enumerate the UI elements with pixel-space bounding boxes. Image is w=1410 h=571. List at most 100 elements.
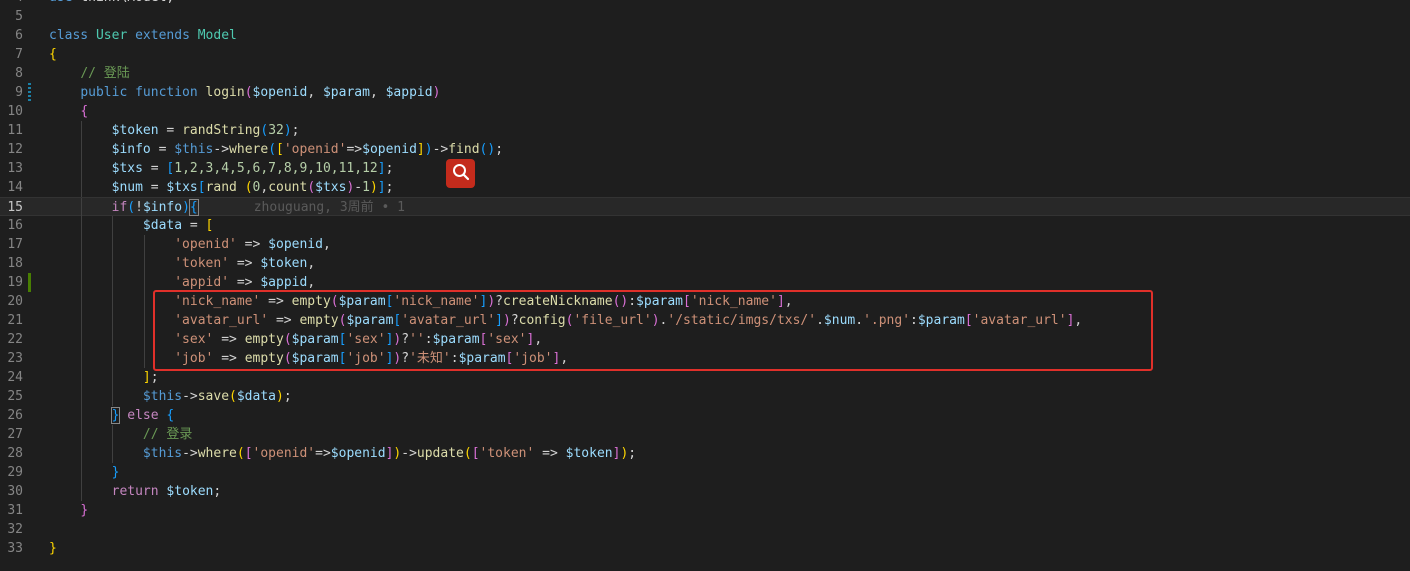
code-line[interactable]: 10 { <box>0 102 1410 121</box>
code-token: ) <box>283 123 292 138</box>
code-line[interactable]: 22 'sex' => empty($param['sex'])?'':$par… <box>0 330 1410 349</box>
code-token: 'nick_name' <box>690 294 777 309</box>
code-line[interactable]: 11 $token = randString(32); <box>0 121 1410 140</box>
code-line[interactable]: 26 } else { <box>0 406 1410 425</box>
code-token: 'token' <box>479 446 535 461</box>
code-token: $appid <box>260 275 308 290</box>
code-text: 'avatar_url' => empty($param['avatar_url… <box>49 311 1082 330</box>
code-line[interactable]: 32 <box>0 520 1410 539</box>
code-token: update <box>416 446 464 461</box>
code-editor[interactable]: 4 use think\Model; 5 6 class User extends Mo… <box>0 0 1410 558</box>
code-line[interactable]: 28 $this->where(['openid'=>$openid])->up… <box>0 444 1410 463</box>
code-token: $info <box>111 142 151 157</box>
line-number: 24 <box>7 370 23 385</box>
code-token: ) <box>651 313 660 328</box>
code-text: 'token' => $token, <box>49 254 315 273</box>
code-token: return <box>111 484 167 499</box>
code-token: ) <box>487 294 496 309</box>
code-token: find <box>448 142 480 157</box>
code-token: 1 <box>362 180 370 195</box>
code-token: , <box>260 180 269 195</box>
code-token: $data <box>142 218 183 233</box>
code-token: config <box>518 313 566 328</box>
code-token: [ <box>276 142 284 157</box>
code-line[interactable]: 19 'appid' => $appid, <box>0 273 1410 292</box>
code-line[interactable]: 7{ <box>0 45 1410 64</box>
code-line[interactable]: 24 ]; <box>0 368 1410 387</box>
code-line[interactable]: 13 $txs = [1,2,3,4,5,6,7,8,9,10,11,12]; <box>0 159 1410 178</box>
code-line[interactable]: 17 'openid' => $openid, <box>0 235 1410 254</box>
line-number: 16 <box>7 218 23 233</box>
code-line[interactable]: 20 'nick_name' => empty($param['nick_nam… <box>0 292 1410 311</box>
code-line[interactable]: 5 <box>0 7 1410 26</box>
code-token: ) <box>369 180 378 195</box>
line-number: 9 <box>15 85 23 100</box>
code-text: $info = $this->where(['openid'=>$openid]… <box>49 140 503 159</box>
code-line[interactable]: 21 'avatar_url' => empty($param['avatar_… <box>0 311 1410 330</box>
line-number: 5 <box>15 9 23 24</box>
line-number: 12 <box>7 142 23 157</box>
line-number: 8 <box>15 66 23 81</box>
code-line[interactable]: 30 return $token; <box>0 482 1410 501</box>
code-text: return $token; <box>49 482 222 501</box>
code-line[interactable]: 29 } <box>0 463 1410 482</box>
code-line[interactable]: 8 // 登陆 <box>0 64 1410 83</box>
code-token: [ <box>205 218 214 233</box>
code-line[interactable]: 14 $num = $txs[rand (0,count($txs)-1)]; <box>0 178 1410 197</box>
line-number: 14 <box>7 180 23 195</box>
code-text: 'job' => empty($param['job'])?'未知':$para… <box>49 349 568 368</box>
line-number: 19 <box>7 275 23 290</box>
code-token: = <box>142 180 167 195</box>
code-line[interactable]: 6 class User extends Model <box>0 26 1410 45</box>
code-token: $this <box>174 142 214 157</box>
line-number: 23 <box>7 351 23 366</box>
code-token: ( <box>283 332 292 347</box>
git-modified-marker[interactable] <box>28 83 31 102</box>
code-line[interactable]: 9 public function login($openid, $param,… <box>0 83 1410 102</box>
code-text: $num = $txs[rand (0,count($txs)-1)]; <box>49 178 394 197</box>
code-token: empty <box>244 351 284 366</box>
code-token: 'appid' <box>174 275 230 290</box>
code-token: -> <box>401 446 417 461</box>
line-number: 7 <box>15 47 23 62</box>
code-token: where <box>229 142 269 157</box>
code-token: , <box>307 275 316 290</box>
code-line[interactable]: 25 $this->save($data); <box>0 387 1410 406</box>
search-button[interactable] <box>446 159 475 188</box>
code-line[interactable]: 4 use think\Model; <box>0 0 1410 7</box>
code-token: = <box>142 161 167 176</box>
code-token: , <box>784 294 793 309</box>
git-added-marker[interactable] <box>28 273 31 292</box>
code-token: '' <box>409 332 425 347</box>
code-token: . <box>816 313 824 328</box>
code-token: , <box>307 85 323 100</box>
line-number: 11 <box>7 123 23 138</box>
code-text: if(!$info){zhouguang, 3周前 • 1 <box>49 198 405 217</box>
code-token: ( <box>268 142 277 157</box>
code-token: 'sex' <box>346 332 386 347</box>
line-number: 6 <box>15 28 23 43</box>
code-line[interactable]: 15 if(!$info){zhouguang, 3周前 • 1 <box>0 197 1410 217</box>
code-line[interactable]: 31 } <box>0 501 1410 520</box>
code-line[interactable]: 16 $data = [ <box>0 216 1410 235</box>
code-token: empty <box>291 294 331 309</box>
code-token: = <box>150 142 175 157</box>
code-text: $txs = [1,2,3,4,5,6,7,8,9,10,11,12]; <box>49 159 394 178</box>
code-line[interactable]: 27 // 登录 <box>0 425 1410 444</box>
code-token: think\Model; <box>80 0 174 5</box>
code-line[interactable]: 33} <box>0 539 1410 558</box>
code-line[interactable]: 12 $info = $this->where(['openid'=>$open… <box>0 140 1410 159</box>
code-token: 32 <box>268 123 284 138</box>
code-line[interactable]: 18 'token' => $token, <box>0 254 1410 273</box>
code-token: [ <box>964 313 973 328</box>
code-line[interactable]: 23 'job' => empty($param['job'])?'未知':$p… <box>0 349 1410 368</box>
